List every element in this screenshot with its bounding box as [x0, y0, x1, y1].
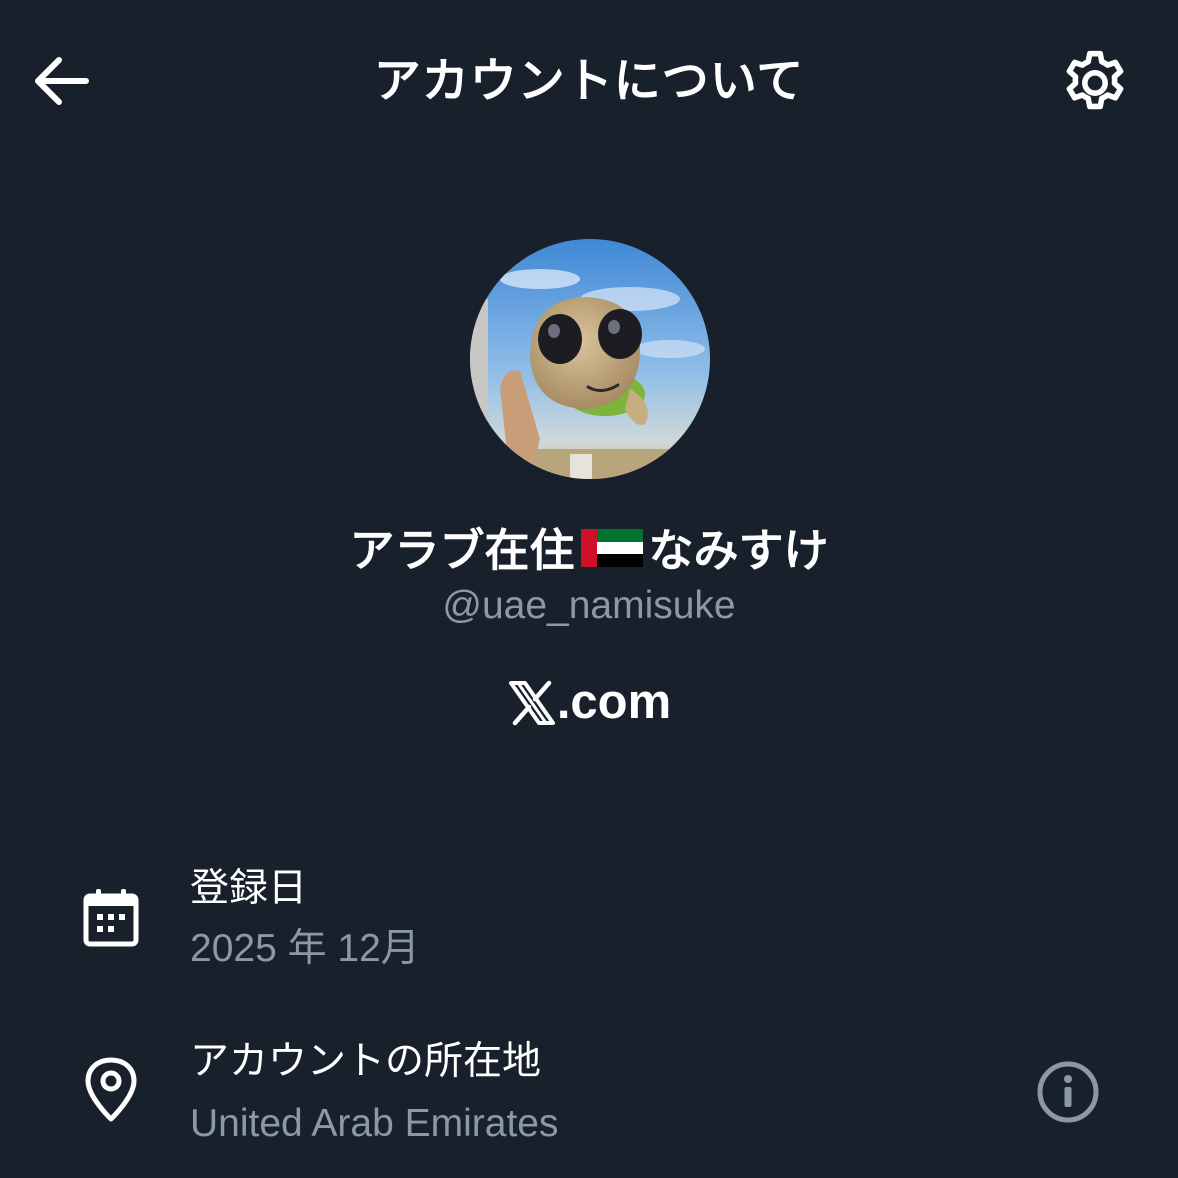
arrow-left-icon — [35, 57, 89, 105]
gear-icon — [1066, 50, 1124, 110]
registration-date-value: 2025 年 12月 — [190, 927, 420, 970]
calendar-icon — [83, 889, 139, 947]
avatar-photo — [470, 239, 710, 479]
x-logo-icon — [508, 680, 555, 726]
account-location-row: アカウントの所在地 United Arab Emirates — [0, 1035, 1178, 1165]
account-location-value: United Arab Emirates — [190, 1102, 559, 1145]
location-info-button[interactable] — [1034, 1058, 1102, 1126]
location-pin-icon — [85, 1057, 137, 1122]
display-name: アラブ在住 なみすけ — [0, 515, 1178, 577]
platform-domain-text: .com — [556, 675, 672, 729]
info-icon — [1037, 1061, 1099, 1123]
settings-button[interactable] — [1058, 46, 1132, 120]
uae-flag-icon — [580, 529, 643, 567]
display-name-text-start: アラブ在住 — [349, 523, 575, 577]
platform-link[interactable]: .com — [0, 670, 1178, 734]
registration-date-row: 登録日 2025 年 12月 — [0, 860, 1178, 980]
display-name-text-end: なみすけ — [648, 523, 829, 577]
page-title: アカウントについて — [373, 54, 805, 109]
account-location-label: アカウントの所在地 — [190, 1039, 542, 1084]
top-app-bar: アカウントについて — [0, 0, 1178, 165]
avatar[interactable] — [470, 239, 710, 479]
registration-date-label: 登録日 — [190, 866, 308, 911]
back-button[interactable] — [26, 46, 96, 116]
username-handle: @uae_namisuke — [442, 584, 736, 627]
